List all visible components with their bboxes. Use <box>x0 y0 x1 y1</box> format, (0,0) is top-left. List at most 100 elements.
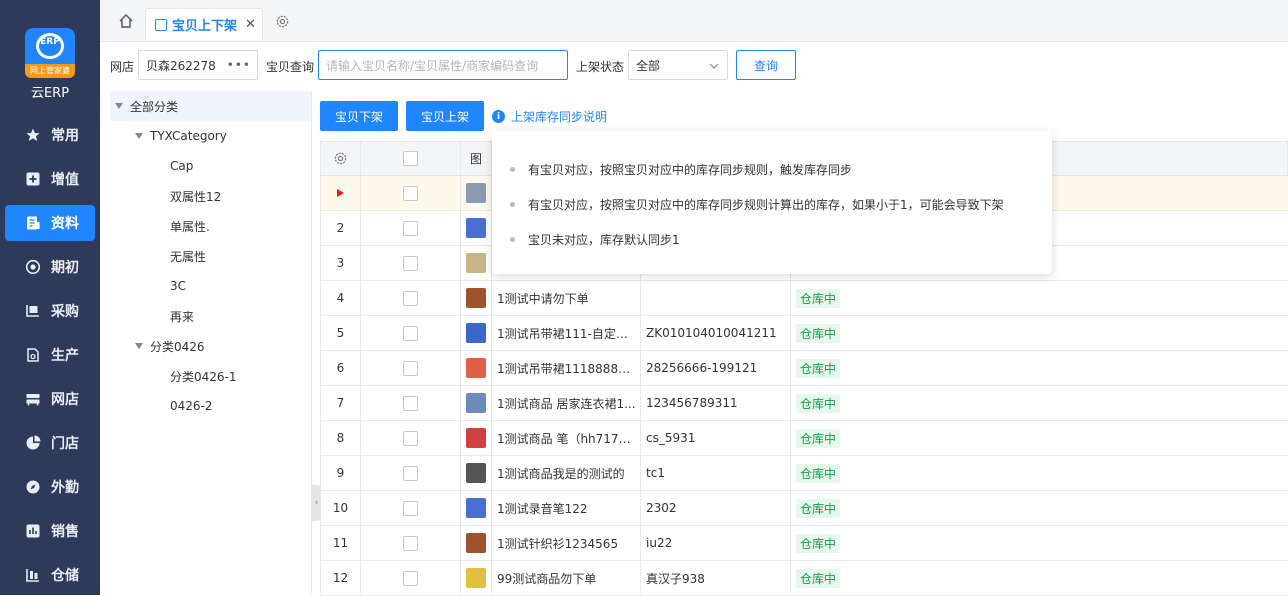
nav-item-label: 生产 <box>51 348 79 364</box>
select-all-checkbox[interactable] <box>403 151 418 166</box>
gear-icon[interactable] <box>333 151 348 166</box>
tree-node-leaf[interactable]: 分类0426-1 <box>110 361 311 391</box>
product-thumbnail[interactable] <box>466 533 486 553</box>
nav-item-9[interactable]: 销售 <box>5 513 95 549</box>
row-checkbox[interactable] <box>403 500 418 516</box>
product-image-cell <box>461 211 492 245</box>
status-cell: 仓库中 <box>791 421 1288 455</box>
nav-item-6[interactable]: 网店 <box>5 381 95 417</box>
row-number: 3 <box>321 246 361 280</box>
product-thumbnail[interactable] <box>466 288 486 308</box>
shop-select[interactable]: 贝森262278 ••• <box>138 50 258 80</box>
search-input[interactable]: 请输入宝贝名称/宝贝属性/商家编码查询 <box>318 50 568 80</box>
product-thumbnail[interactable] <box>466 463 486 483</box>
stock-sync-help-link[interactable]: i 上架库存同步说明 <box>492 108 607 125</box>
nav-item-3[interactable]: 期初 <box>5 249 95 285</box>
caret-down-icon[interactable] <box>135 133 143 139</box>
tree-node-leaf[interactable]: 3C <box>110 271 311 301</box>
row-checkbox[interactable] <box>403 185 418 201</box>
row-checkbox[interactable] <box>403 325 418 341</box>
product-image-cell <box>461 281 492 315</box>
nav-item-4[interactable]: 采购 <box>5 293 95 329</box>
row-checkbox[interactable] <box>403 465 418 481</box>
nav-item-0[interactable]: 常用 <box>5 117 95 153</box>
column-settings-cell[interactable] <box>321 142 361 175</box>
close-icon[interactable]: ✕ <box>245 17 256 32</box>
more-icon[interactable]: ••• <box>227 58 251 72</box>
status-badge: 仓库中 <box>796 533 841 553</box>
nav-item-1[interactable]: 增值 <box>5 161 95 197</box>
row-checkbox[interactable] <box>403 360 418 376</box>
nav-item-label: 网店 <box>51 392 79 408</box>
tree-node-root[interactable]: 全部分类 <box>110 91 311 121</box>
row-checkbox[interactable] <box>403 290 418 306</box>
search-button[interactable]: 查询 <box>736 50 796 80</box>
row-checkbox[interactable] <box>403 430 418 446</box>
nav-item-5[interactable]: 生产 <box>5 337 95 373</box>
product-thumbnail[interactable] <box>466 358 486 378</box>
row-select-cell <box>361 246 461 280</box>
on-shelf-button[interactable]: 宝贝上架 <box>406 101 484 131</box>
tree-node-leaf[interactable]: 0426-2 <box>110 391 311 421</box>
row-checkbox[interactable] <box>403 220 418 236</box>
app-name: 云ERP <box>30 86 70 101</box>
off-shelf-button[interactable]: 宝贝下架 <box>320 101 398 131</box>
nav-item-2[interactable]: 资料 <box>5 205 95 241</box>
table-row[interactable]: 4 1测试中请勿下单 仓库中 <box>320 281 1288 316</box>
table-row[interactable]: 5 1测试吊带裙111-自定义... ZK010104010041211 仓库中 <box>320 316 1288 351</box>
product-thumbnail[interactable] <box>466 183 486 203</box>
product-thumbnail[interactable] <box>466 498 486 518</box>
merchant-code <box>641 281 791 315</box>
tree-node-leaf[interactable]: Cap <box>110 151 311 181</box>
factory-icon <box>25 347 41 363</box>
product-thumbnail[interactable] <box>466 393 486 413</box>
tree-node-leaf[interactable]: 双属性12 <box>110 181 311 211</box>
table-row[interactable]: 8 1测试商品 笔（hh7170... cs_5931 仓库中 <box>320 421 1288 456</box>
row-checkbox[interactable] <box>403 395 418 411</box>
row-select-cell <box>361 561 461 595</box>
home-icon[interactable] <box>118 13 134 29</box>
row-checkbox[interactable] <box>403 255 418 271</box>
table-row[interactable]: 9 1测试商品我是的测试的 tc1 仓库中 <box>320 456 1288 491</box>
row-checkbox[interactable] <box>403 570 418 586</box>
tree-node-group[interactable]: 分类0426 <box>110 331 311 361</box>
search-placeholder: 请输入宝贝名称/宝贝属性/商家编码查询 <box>326 58 539 73</box>
gear-icon[interactable] <box>275 14 290 29</box>
tree-node-leaf[interactable]: 无属性 <box>110 241 311 271</box>
product-name: 99测试商品勿下单 <box>497 571 597 586</box>
table-row[interactable]: 10 1测试录音笔122 2302 仓库中 <box>320 491 1288 526</box>
product-image-cell <box>461 386 492 420</box>
app-logo[interactable]: ERP 网上管家婆 <box>25 28 75 80</box>
star-icon <box>25 127 41 143</box>
product-thumbnail[interactable] <box>466 428 486 448</box>
caret-down-icon[interactable] <box>135 343 143 349</box>
nav-item-8[interactable]: 外勤 <box>5 469 95 505</box>
tree-node-group[interactable]: TYXCategory <box>110 121 311 151</box>
tree-node-label: 全部分类 <box>130 99 179 114</box>
product-thumbnail[interactable] <box>466 568 486 588</box>
status-select[interactable]: 全部 <box>628 50 728 80</box>
nav-item-label: 增值 <box>51 172 79 188</box>
tree-node-label: TYXCategory <box>150 129 227 143</box>
merchant-code: 28256666-199121 <box>641 351 791 385</box>
product-thumbnail[interactable] <box>466 253 486 273</box>
current-row-marker <box>321 176 361 210</box>
tree-node-leaf[interactable]: 再来 <box>110 301 311 331</box>
product-image-cell <box>461 176 492 210</box>
product-thumbnail[interactable] <box>466 218 486 238</box>
table-row[interactable]: 12 99测试商品勿下单 真汉子938 仓库中 <box>320 561 1288 596</box>
tree-node-leaf[interactable]: 单属性. <box>110 211 311 241</box>
row-number: 11 <box>321 526 361 560</box>
nav-item-10[interactable]: 仓储 <box>5 557 95 593</box>
caret-down-icon[interactable] <box>115 103 123 109</box>
table-row[interactable]: 11 1测试针织衫1234565 iu22 仓库中 <box>320 526 1288 561</box>
row-checkbox[interactable] <box>403 535 418 551</box>
tab-shelf-management[interactable]: 宝贝上下架 ✕ <box>145 8 263 40</box>
row-number: 4 <box>321 281 361 315</box>
product-thumbnail[interactable] <box>466 323 486 343</box>
table-row[interactable]: 6 1测试吊带裙11188888... 28256666-199121 仓库中 <box>320 351 1288 386</box>
nav-item-label: 资料 <box>51 216 79 232</box>
nav-item-7[interactable]: 门店 <box>5 425 95 461</box>
table-row[interactable]: 7 1测试商品 居家连衣裙1... 123456789311 仓库中 <box>320 386 1288 421</box>
status-badge: 仓库中 <box>796 463 841 483</box>
